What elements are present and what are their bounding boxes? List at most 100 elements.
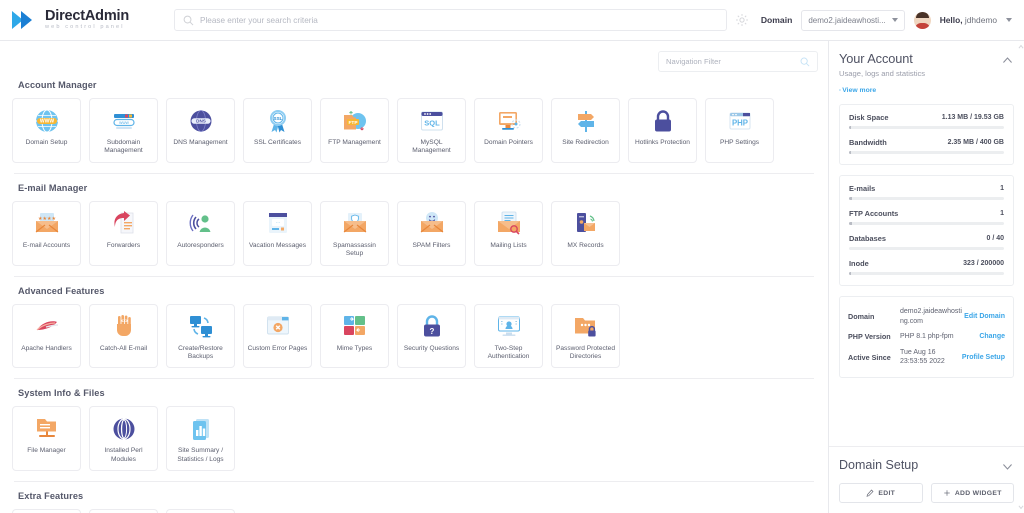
tile-php-settings[interactable]: PHP PHP Settings — [705, 98, 774, 163]
main-content: Account Manager WWW Domain Setup www Subd… — [0, 41, 828, 513]
brand-logo[interactable]: DirectAdmin web control panel — [12, 9, 162, 31]
tile-mime-types[interactable]: Mime Types — [320, 303, 389, 369]
tile-ftp-management[interactable]: FTP FTP Management — [320, 98, 389, 163]
tile-subdomain-management[interactable]: www Subdomain Management — [89, 98, 158, 163]
tile-two-step-authentication[interactable]: Two-Step Authentication — [474, 303, 543, 369]
tile-catch-all-e-mail[interactable]: xxx Catch-All E-mail — [89, 303, 158, 369]
section-divider — [14, 481, 814, 483]
tile-label: FTP Management — [328, 139, 381, 146]
tile-site-summary-statistics-logs[interactable]: Site Summary / Statistics / Logs — [166, 406, 235, 472]
tile-ssl-certificates[interactable]: SSL SSL Certificates — [243, 98, 312, 163]
svg-text:WWW: WWW — [39, 118, 53, 124]
nav-filter-input[interactable] — [666, 57, 800, 66]
user-menu[interactable]: Hello, jdhdemo — [940, 15, 997, 25]
tile-label: Custom Error Pages — [247, 344, 308, 352]
stat-name: FTP Accounts — [849, 209, 899, 218]
chevron-down-icon[interactable] — [1001, 460, 1014, 473]
your-account-subtitle: Usage, logs and statistics — [839, 69, 926, 78]
tile-password-protected-directories[interactable]: Password Protected Directories — [551, 303, 620, 369]
tile-label: Subdomain Management — [104, 139, 143, 155]
tile-mailing-lists[interactable]: Mailing Lists — [474, 200, 543, 266]
feather-icon — [33, 313, 60, 340]
tile-apache-handlers[interactable]: Apache Handlers — [12, 303, 81, 369]
tile-teal-arrow-icon[interactable] — [166, 509, 235, 513]
tile-label: Create/Restore Backups — [178, 344, 223, 361]
section-e-mail-manager: E-mail Manager ★★★★ E-mail Accounts Forw… — [8, 183, 820, 266]
search-input[interactable] — [200, 15, 718, 25]
tile-label: PHP Settings — [719, 139, 760, 146]
global-search-area — [162, 9, 761, 31]
stat-value: 323 / 200000 — [963, 260, 1004, 267]
svg-text:FTP: FTP — [348, 119, 358, 125]
tile-vacation-messages[interactable]: ··· Vacation Messages — [243, 200, 312, 266]
global-search-box[interactable] — [174, 9, 727, 31]
gear-icon[interactable] — [735, 13, 749, 27]
tile-label: Vacation Messages — [248, 241, 307, 249]
tile-dns-management[interactable]: DNS DNS Management — [166, 98, 235, 163]
tile-phpmyadmin-icon[interactable]: php MyAdmin — [89, 509, 158, 513]
info-row-value: demo2.jaideawhosting.com — [900, 308, 962, 325]
tile-file-manager[interactable]: File Manager — [12, 406, 81, 472]
tile-label: Autoresponders — [177, 241, 224, 249]
dns-globe-icon: DNS — [187, 107, 214, 134]
view-more-link[interactable]: ·View more — [839, 87, 1014, 94]
subdomain-icon: www — [110, 107, 137, 134]
tile-label: SSL Certificates — [253, 139, 302, 146]
tile-label: File Manager — [27, 447, 66, 455]
domain-setup-title: Domain Setup — [839, 458, 919, 472]
tile-forwarders[interactable]: Forwarders — [89, 200, 158, 266]
section-title: Extra Features — [18, 491, 84, 502]
tile-label: Mime Types — [336, 344, 373, 352]
ssl-badge-icon: SSL — [264, 107, 291, 134]
tile-autoresponders[interactable]: Autoresponders — [166, 200, 235, 266]
header-right: Domain demo2.jaideawhosti... Hello, jdhd… — [761, 9, 1016, 31]
brand-title: DirectAdmin — [45, 7, 130, 24]
pencil-icon — [866, 489, 874, 497]
edit-button[interactable]: EDIT — [839, 483, 923, 503]
section-divider — [14, 275, 814, 277]
tile-domain-setup[interactable]: WWW Domain Setup — [12, 98, 81, 163]
stat-progress-bar — [849, 126, 1004, 129]
tile-custom-error-pages[interactable]: Custom Error Pages — [243, 303, 312, 369]
tile-security-questions[interactable]: ? Security Questions — [397, 303, 466, 369]
tile-e-mail-accounts[interactable]: ★★★★ E-mail Accounts — [12, 200, 81, 266]
tile-spamassassin-setup[interactable]: Spamassassin Setup — [320, 200, 389, 266]
sidebar-scrollbar[interactable] — [1018, 41, 1024, 513]
tile-envelope-box-icon[interactable] — [12, 509, 81, 513]
stat-value: 1.13 MB / 19.53 GB — [941, 114, 1004, 121]
tile-installed-perl-modules[interactable]: Installed Perl Modules — [89, 406, 158, 472]
stats-chart-icon — [187, 415, 214, 442]
stat-inode: Inode 323 / 200000 — [849, 259, 1004, 275]
scroll-up-icon[interactable] — [1018, 44, 1024, 50]
user-chevron-down-icon[interactable] — [1006, 18, 1012, 22]
navigation-filter[interactable] — [658, 51, 818, 72]
tile-label: Spamassassin Setup — [333, 241, 376, 258]
add-widget-button[interactable]: ADD WIDGET — [930, 483, 1014, 503]
section-system-info-files: System Info & Files File Manager Install… — [8, 388, 820, 472]
tile-domain-pointers[interactable]: Domain Pointers — [474, 98, 543, 163]
section-title: Advanced Features — [18, 285, 105, 296]
section-title: E-mail Manager — [18, 182, 88, 193]
tile-label: Hotlinks Protection — [635, 139, 690, 146]
info-row-link[interactable]: Change — [979, 333, 1005, 340]
tile-mysql-management[interactable]: SQL MySQL Management — [397, 98, 466, 163]
stat-value: 0 / 40 — [986, 235, 1004, 242]
tile-hotlinks-protection[interactable]: Hotlinks Protection — [628, 98, 697, 163]
plus-icon — [944, 490, 950, 496]
chevron-up-icon[interactable] — [1001, 54, 1014, 67]
scroll-down-icon[interactable] — [1018, 504, 1024, 510]
file-manager-icon — [33, 415, 60, 442]
info-row-link[interactable]: Profile Setup — [962, 354, 1005, 361]
info-row-link[interactable]: Edit Domain — [964, 313, 1005, 320]
tile-site-redirection[interactable]: Site Redirection — [551, 98, 620, 163]
tile-spam-filters[interactable]: SPAM Filters — [397, 200, 466, 266]
avatar[interactable] — [913, 11, 931, 29]
stat-value: 1 — [1000, 185, 1004, 192]
section-advanced-features: Advanced Features Apache Handlers xxx Cat… — [8, 286, 820, 369]
tile-mx-records[interactable]: MX Records — [551, 200, 620, 266]
tile-label: Forwarders — [106, 241, 141, 249]
domain-selector[interactable]: demo2.jaideawhosti... — [801, 9, 905, 31]
tile-create-restore-backups[interactable]: Create/Restore Backups — [166, 303, 235, 369]
stat-e-mails: E-mails 1 — [849, 184, 1004, 200]
stat-name: Databases — [849, 234, 886, 243]
